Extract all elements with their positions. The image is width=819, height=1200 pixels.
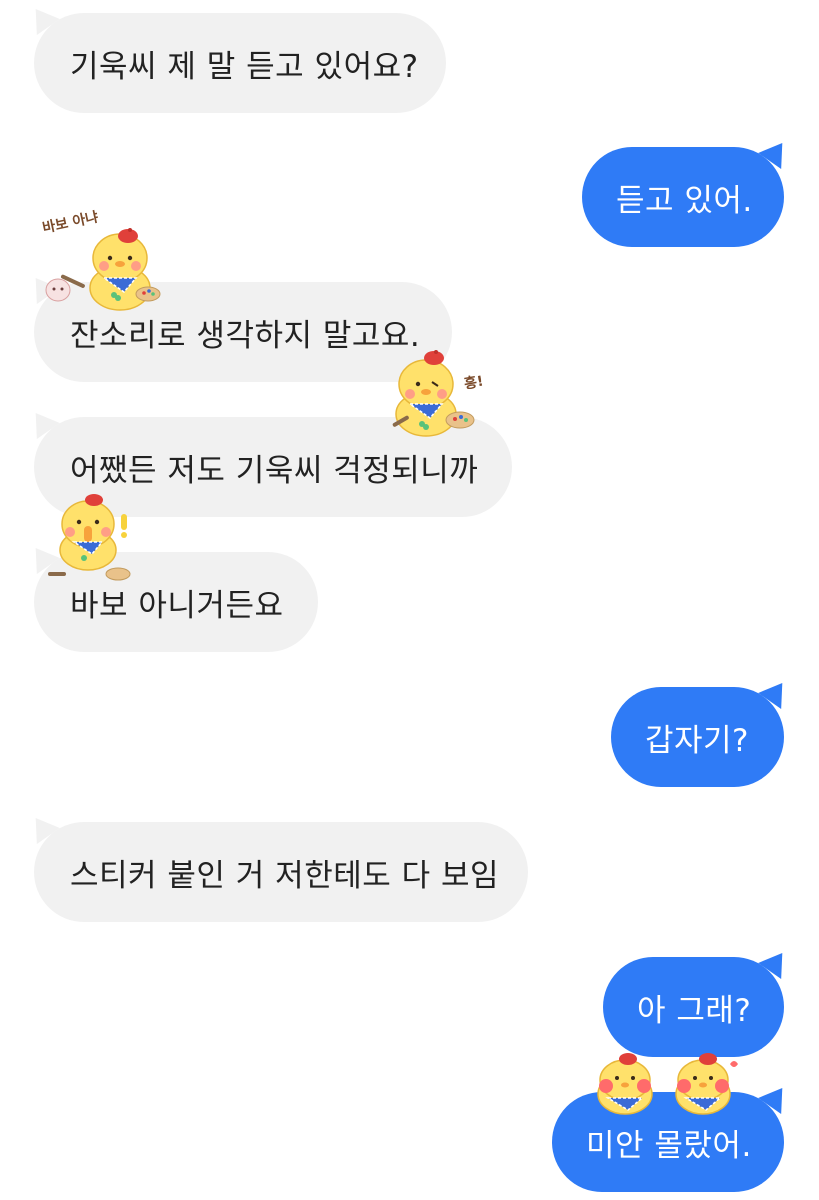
incoming-message-bubble[interactable]: 잔소리로 생각하지 말고요. xyxy=(24,269,452,382)
message-text: 미안 몰랐어. xyxy=(586,1127,752,1164)
message-text: 아 그래? xyxy=(637,992,752,1029)
sticker-caption: 바보 아냐 xyxy=(41,209,100,237)
message-text: 바보 아니거든요 xyxy=(70,587,284,624)
message-text: 어쨌든 저도 기욱씨 걱정되니까 xyxy=(70,452,479,489)
outgoing-message-bubble[interactable]: 아 그래? xyxy=(603,944,794,1057)
outgoing-message-bubble[interactable]: 갑자기? xyxy=(611,674,794,787)
bubble-tail xyxy=(758,944,794,980)
bubble-tail xyxy=(24,269,60,305)
chat-thread: 기욱씨 제 말 듣고 있어요? 듣고 있어. 잔소리로 생각하지 말고요. 어쨌… xyxy=(0,0,819,1200)
bubble-tail xyxy=(758,134,794,170)
incoming-message-bubble[interactable]: 어쨌든 저도 기욱씨 걱정되니까 xyxy=(24,404,512,517)
outgoing-message-bubble[interactable]: 미안 몰랐어. xyxy=(552,1079,794,1192)
incoming-message-bubble[interactable]: 기욱씨 제 말 듣고 있어요? xyxy=(24,0,446,113)
bubble-tail xyxy=(24,809,60,845)
bubble-tail xyxy=(758,1079,794,1115)
bubble-tail xyxy=(758,674,794,710)
bubble-tail xyxy=(24,539,60,575)
bubble-tail xyxy=(24,0,60,36)
message-text: 스티커 붙인 거 저한테도 다 보임 xyxy=(70,857,500,894)
message-text: 기욱씨 제 말 듣고 있어요? xyxy=(70,48,419,85)
message-text: 잔소리로 생각하지 말고요. xyxy=(70,317,421,354)
bubble-tail xyxy=(24,404,60,440)
sticker-caption: 흥! xyxy=(462,373,485,393)
outgoing-message-bubble[interactable]: 듣고 있어. xyxy=(582,134,794,247)
incoming-message-bubble[interactable]: 스티커 붙인 거 저한테도 다 보임 xyxy=(24,809,528,922)
message-text: 갑자기? xyxy=(645,722,750,759)
incoming-message-bubble[interactable]: 바보 아니거든요 xyxy=(24,539,318,652)
message-text: 듣고 있어. xyxy=(616,182,753,219)
